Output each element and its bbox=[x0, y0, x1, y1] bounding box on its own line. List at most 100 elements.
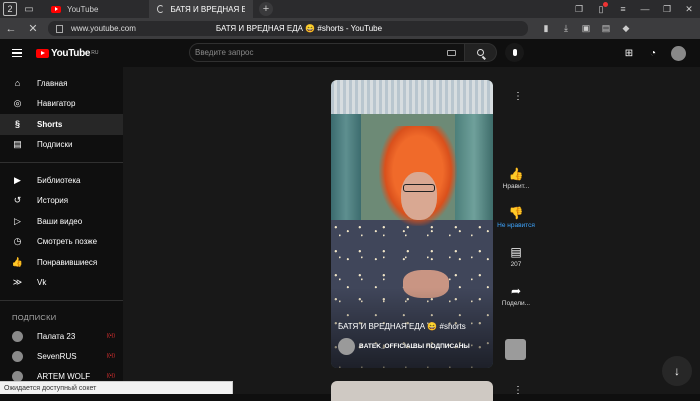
header-actions: ⊞ ◔ bbox=[617, 39, 700, 67]
sidebar-item-label: Vk bbox=[37, 278, 46, 287]
restore-icon[interactable]: ❐ bbox=[656, 4, 678, 15]
subscriptions-heading: ПОДПИСКИ bbox=[0, 308, 123, 326]
comment-count: 207 bbox=[511, 261, 522, 269]
extension-icon[interactable]: ▣ bbox=[576, 23, 596, 34]
watch-later-icon: ◷ bbox=[12, 236, 23, 247]
channel-avatar bbox=[12, 371, 23, 382]
bookmark-icon[interactable]: ▮ bbox=[536, 23, 556, 34]
tab-label: YouTube bbox=[67, 5, 98, 14]
sidebar-item-home[interactable]: ⌂ Главная bbox=[0, 73, 123, 94]
sidebar-item-liked[interactable]: 👍 Понравившиеся bbox=[0, 252, 123, 273]
tab-groups-icon[interactable]: ▭ bbox=[21, 2, 37, 16]
region-code: RU bbox=[91, 50, 98, 56]
share-label: Подели... bbox=[502, 300, 530, 308]
voice-search-button[interactable] bbox=[505, 43, 524, 62]
sidebar-item-shorts[interactable]: § Shorts bbox=[0, 114, 123, 135]
more-options-icon[interactable]: ⋮ bbox=[513, 91, 523, 102]
keyboard-icon[interactable] bbox=[447, 50, 456, 56]
next-short-preview[interactable] bbox=[331, 381, 493, 401]
download-icon[interactable]: ⤓ bbox=[556, 23, 576, 34]
chevron-icon: ≫ bbox=[12, 277, 23, 288]
liked-icon: 👍 bbox=[12, 257, 23, 268]
close-icon[interactable]: ✕ bbox=[678, 4, 700, 15]
window-controls: ❐ ▯ ≡ — ❐ ✕ bbox=[568, 0, 700, 18]
hamburger-menu-icon[interactable] bbox=[12, 47, 22, 60]
compass-icon: ◎ bbox=[12, 98, 23, 109]
sidebar-item-vk[interactable]: ≫ Vk bbox=[0, 273, 123, 294]
search-icon bbox=[477, 49, 484, 56]
loading-spinner-icon bbox=[157, 5, 164, 13]
dislike-label: Не нравится bbox=[497, 222, 535, 230]
channel-name: ARTEM WOLF bbox=[37, 372, 90, 381]
page-info-icon bbox=[56, 25, 63, 33]
sidebar-item-explore[interactable]: ◎ Навигатор bbox=[0, 94, 123, 115]
video-glasses bbox=[403, 184, 435, 192]
like-button[interactable]: 👍 Нравит... bbox=[496, 167, 536, 191]
youtube-header: YouTube RU Введите запрос ⊞ ◔ bbox=[0, 39, 700, 67]
share-button[interactable]: ➦ Подели... bbox=[496, 284, 536, 308]
create-video-icon[interactable]: ⊞ bbox=[617, 48, 641, 59]
url-field[interactable]: www.youtube.com БАТЯ И ВРЕДНАЯ ЕДА 😄 #sh… bbox=[48, 21, 528, 36]
notifications-icon[interactable]: ▯ bbox=[590, 4, 612, 15]
subscriptions-icon: ▤ bbox=[12, 139, 23, 150]
channel-name: Палата 23 bbox=[37, 332, 75, 341]
minimize-icon[interactable]: — bbox=[634, 4, 656, 14]
url-text: www.youtube.com bbox=[71, 24, 136, 33]
search-input[interactable]: Введите запрос bbox=[189, 43, 465, 62]
channel-name[interactable]: BATEK_OFFICIAL bbox=[359, 342, 409, 351]
arrow-down-icon: ↓ bbox=[674, 364, 680, 378]
live-indicator-icon: ((•)) bbox=[107, 333, 115, 339]
subscription-item[interactable]: Палата 23 ((•)) bbox=[0, 326, 123, 346]
subscription-item[interactable]: SevenRUS ((•)) bbox=[0, 346, 123, 366]
sidebar-divider bbox=[0, 300, 123, 301]
more-options-icon[interactable]: ⋮ bbox=[513, 385, 523, 396]
sidebar-item-label: Главная bbox=[37, 79, 67, 88]
bell-icon[interactable]: ◔ bbox=[641, 48, 665, 59]
tab-label: БАТЯ И ВРЕДНАЯ ЕДА 😄 #sh bbox=[170, 5, 245, 14]
translate-icon[interactable]: ▤ bbox=[596, 23, 616, 34]
stop-icon[interactable]: ✕ bbox=[22, 22, 44, 35]
short-video[interactable]: БАТЯ И ВРЕДНАЯ ЕДА 😄 #shorts BATEK_OFFIC… bbox=[331, 80, 493, 368]
sidebar-item-history[interactable]: ↺ История bbox=[0, 191, 123, 212]
channel-name: SevenRUS bbox=[37, 352, 77, 361]
sidebar-item-watch-later[interactable]: ◷ Смотреть позже bbox=[0, 232, 123, 253]
sidebar-item-label: Shorts bbox=[37, 120, 62, 129]
adblock-icon[interactable]: ◆ bbox=[616, 23, 636, 34]
search-button[interactable] bbox=[465, 43, 497, 62]
shorts-icon: § bbox=[12, 119, 23, 130]
comment-icon: ▤ bbox=[509, 245, 523, 259]
youtube-favicon-icon bbox=[51, 6, 61, 13]
sidebar-item-label: Подписки bbox=[37, 140, 72, 149]
thumbs-up-icon: 👍 bbox=[509, 167, 523, 181]
next-short-button[interactable]: ↓ bbox=[662, 356, 692, 386]
sidebar-item-label: Понравившиеся bbox=[37, 258, 97, 267]
dislike-button[interactable]: 👎 Не нравится bbox=[496, 206, 536, 230]
channel-avatar[interactable] bbox=[338, 338, 355, 355]
back-icon[interactable]: ← bbox=[0, 23, 22, 35]
thumbs-down-icon: 👎 bbox=[509, 206, 523, 220]
live-indicator-icon: ((•)) bbox=[107, 353, 115, 359]
video-face bbox=[401, 172, 437, 220]
logo-text: YouTube bbox=[51, 48, 90, 59]
page-title: БАТЯ И ВРЕДНАЯ ЕДА 😄 #shorts - YouTube bbox=[216, 24, 382, 33]
home-icon: ⌂ bbox=[12, 78, 23, 89]
sidebar-item-subscriptions[interactable]: ▤ Подписки bbox=[0, 135, 123, 156]
sidebar-item-library[interactable]: ▶ Библиотека bbox=[0, 170, 123, 191]
short-title[interactable]: БАТЯ И ВРЕДНАЯ ЕДА 😄 #shorts bbox=[338, 322, 466, 331]
youtube-logo[interactable]: YouTube RU bbox=[36, 48, 98, 59]
subscribed-button[interactable]: ВЫ ПОДПИСАНЫ bbox=[413, 343, 470, 350]
tab-counter[interactable]: 2 bbox=[3, 2, 17, 16]
tab-active-short[interactable]: БАТЯ И ВРЕДНАЯ ЕДА 😄 #sh bbox=[149, 0, 253, 18]
collections-icon[interactable]: ❐ bbox=[568, 4, 590, 15]
address-bar: ← ✕ www.youtube.com БАТЯ И ВРЕДНАЯ ЕДА 😄… bbox=[0, 18, 700, 39]
new-tab-button[interactable]: + bbox=[259, 2, 273, 16]
search-placeholder: Введите запрос bbox=[195, 48, 254, 57]
short-channel: BATEK_OFFICIAL ВЫ ПОДПИСАНЫ bbox=[338, 338, 470, 355]
sidebar-item-your-videos[interactable]: ▷ Ваши видео bbox=[0, 211, 123, 232]
comments-button[interactable]: ▤ 207 bbox=[496, 245, 536, 269]
sound-thumbnail[interactable] bbox=[505, 339, 526, 360]
menu-icon[interactable]: ≡ bbox=[612, 4, 634, 14]
mic-icon bbox=[513, 49, 517, 56]
tab-youtube[interactable]: YouTube bbox=[43, 0, 149, 18]
avatar[interactable] bbox=[671, 46, 686, 61]
